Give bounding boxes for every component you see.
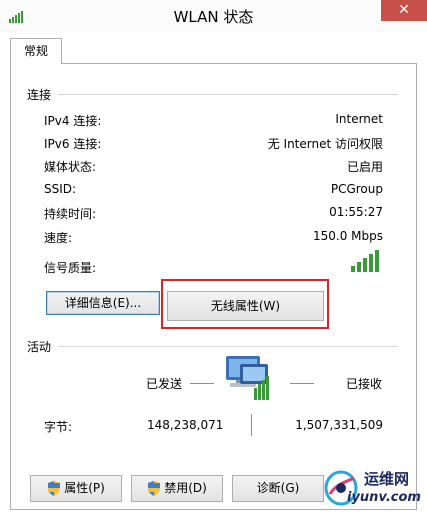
signal-quality-label: 信号质量:	[44, 261, 97, 275]
watermark-url-text: iyunv.com	[347, 490, 421, 505]
diagnose-button[interactable]: 诊断(G)	[232, 475, 324, 502]
connection-section-title: 连接	[27, 88, 52, 102]
duration-label: 持续时间:	[44, 207, 97, 221]
tab-general[interactable]: 常规	[10, 38, 62, 64]
ipv6-value: 无 Internet 访问权限	[267, 137, 383, 151]
ssid-label: SSID:	[44, 182, 77, 196]
close-button[interactable]: ✕	[381, 0, 427, 21]
title-bar: WLAN 状态 ✕	[0, 0, 427, 32]
media-state-label: 媒体状态:	[44, 160, 97, 174]
close-icon: ✕	[398, 2, 410, 18]
activity-divider	[58, 346, 398, 347]
bytes-label: 字节:	[44, 420, 73, 434]
media-state-value: 已启用	[346, 160, 383, 174]
disable-button-label: 禁用(D)	[164, 481, 207, 495]
activity-section-title: 活动	[27, 340, 52, 354]
highlight-box	[161, 279, 329, 329]
properties-button[interactable]: 属性(P)	[30, 475, 122, 502]
ipv4-label: IPv4 连接:	[44, 114, 102, 128]
network-computers-icon	[226, 356, 269, 400]
bytes-received-value: 1,507,331,509	[295, 418, 383, 432]
sent-dash	[190, 383, 214, 384]
received-label: 已接收	[346, 377, 383, 391]
ssid-value: PCGroup	[330, 182, 383, 196]
connection-divider	[58, 94, 398, 95]
signal-strength-icon	[351, 250, 379, 272]
speed-value: 150.0 Mbps	[312, 229, 383, 243]
received-dash	[290, 383, 314, 384]
sent-label: 已发送	[146, 377, 183, 391]
ipv6-label: IPv6 连接:	[44, 137, 102, 151]
shield-icon	[148, 481, 161, 496]
window-title: WLAN 状态	[173, 8, 254, 26]
properties-button-label: 属性(P)	[64, 481, 105, 495]
watermark-cn-text: 运维网	[364, 470, 410, 488]
duration-value: 01:55:27	[329, 205, 383, 219]
disable-button[interactable]: 禁用(D)	[131, 475, 223, 502]
shield-icon	[48, 481, 61, 496]
speed-label: 速度:	[44, 231, 73, 245]
ipv4-value: Internet	[335, 112, 383, 126]
activity-divider-bar	[251, 414, 252, 436]
details-button[interactable]: 详细信息(E)...	[46, 291, 160, 315]
bytes-sent-value: 148,238,071	[147, 418, 224, 432]
